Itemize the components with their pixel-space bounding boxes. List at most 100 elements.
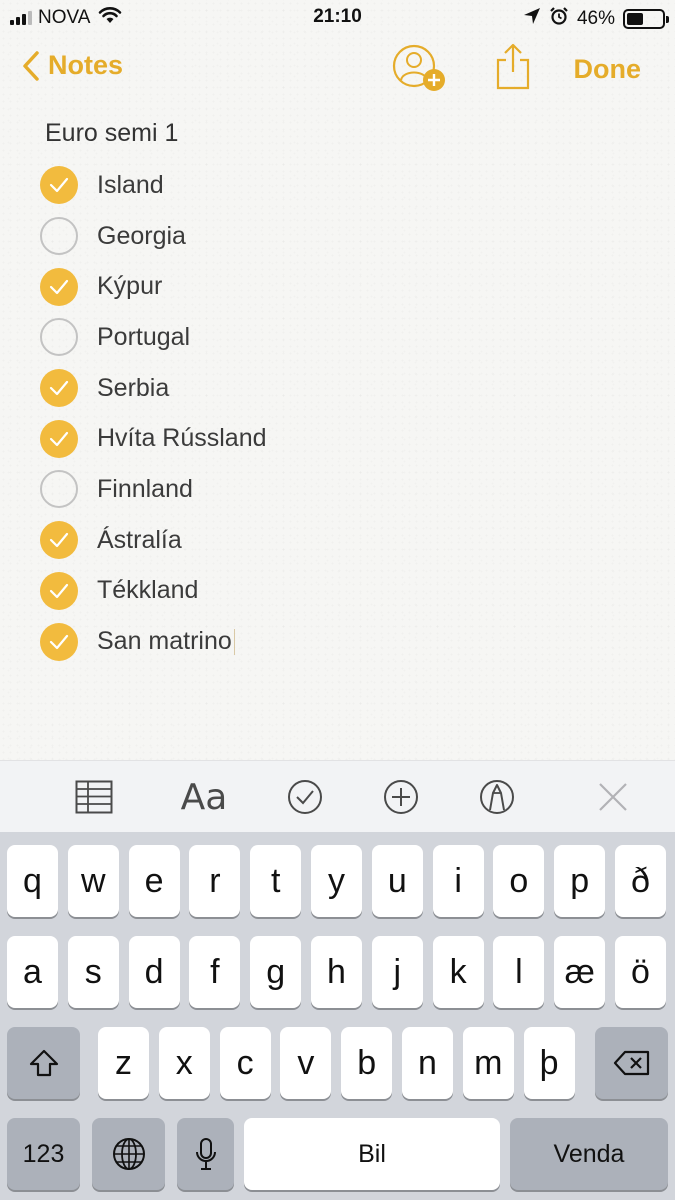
key[interactable]: þ [523,1027,575,1099]
key[interactable]: s [67,936,119,1008]
key[interactable]: k [432,936,484,1008]
checklist-item-text[interactable]: Georgia [97,222,186,251]
key[interactable]: f [189,936,241,1008]
key[interactable]: i [432,845,484,917]
checklist: Island Georgia Kýpur Portugal Serbia Hvíta Rú… [40,160,267,667]
checked-circle-icon[interactable] [40,166,78,205]
key[interactable]: l [493,936,545,1008]
unchecked-circle-icon[interactable] [40,318,78,357]
key[interactable]: v [280,1027,332,1099]
key[interactable]: y [311,845,362,917]
checkmark-icon [49,583,69,598]
table-button[interactable] [64,761,124,833]
navigation-bar: Notes Done [0,40,675,100]
checklist-item: Island [40,160,267,211]
checklist-item-text[interactable]: Hvíta Rússland [97,424,267,453]
checklist-button[interactable] [275,761,335,833]
checked-circle-icon[interactable] [40,419,78,458]
checkmark-icon [49,533,69,548]
markup-icon [480,780,514,814]
key[interactable]: t [250,845,302,917]
checkmark-icon [49,178,69,193]
share-icon [496,43,530,90]
shift-key[interactable] [7,1027,80,1099]
microphone-icon [195,1138,216,1170]
checklist-item-text[interactable]: Island [97,171,164,200]
markup-button[interactable] [467,761,527,833]
checked-circle-icon[interactable] [40,267,78,306]
key[interactable]: ö [615,936,666,1008]
add-people-button[interactable] [392,44,450,101]
format-toolbar: Aa [0,760,675,832]
checklist-item: Ástralía [40,515,267,566]
checklist-item-text[interactable]: San matrino [97,627,232,656]
globe-icon [112,1138,145,1170]
checklist-item-text[interactable]: Serbia [97,374,169,403]
key[interactable]: r [189,845,241,917]
checklist-item-text[interactable]: Portugal [97,323,190,352]
add-button[interactable] [371,761,431,833]
numbers-key[interactable]: 123 [7,1118,80,1190]
table-icon [75,780,113,814]
key[interactable]: g [250,936,302,1008]
key[interactable]: e [128,845,180,917]
space-key[interactable]: Bil [244,1118,500,1190]
key[interactable]: æ [554,936,606,1008]
keyboard: 123 Bil Venda qwertyuiopð asdfghjklæö zxcv… [0,832,675,1200]
text-cursor [233,628,235,655]
key[interactable]: x [158,1027,210,1099]
key[interactable]: o [493,845,545,917]
key[interactable]: ð [615,845,666,917]
key[interactable]: u [371,845,423,917]
return-key[interactable]: Venda [510,1118,668,1190]
checklist-item: Kýpur [40,261,267,312]
share-button[interactable] [495,42,531,95]
checklist-item: Hvíta Rússland [40,413,267,464]
text-format-button[interactable]: Aa [174,761,234,833]
text-format-icon: Aa [180,776,228,818]
checklist-item: Finnland [40,464,267,515]
checked-circle-icon[interactable] [40,622,78,661]
add-person-icon [392,44,445,91]
checked-circle-icon[interactable] [40,521,78,560]
key[interactable]: a [7,936,58,1008]
checklist-icon [288,780,322,814]
key[interactable]: n [402,1027,453,1099]
key[interactable]: j [371,936,423,1008]
dictation-key[interactable] [177,1118,234,1190]
key[interactable]: w [67,845,119,917]
back-button[interactable]: Notes [22,50,123,81]
unchecked-circle-icon[interactable] [40,470,78,509]
checked-circle-icon[interactable] [40,571,78,610]
key[interactable]: p [554,845,606,917]
back-button-label: Notes [48,50,124,80]
key[interactable]: c [219,1027,271,1099]
battery-icon [623,9,669,29]
key[interactable]: q [7,845,58,917]
key[interactable]: h [311,936,362,1008]
close-icon [599,783,627,811]
key[interactable]: b [341,1027,393,1099]
globe-key[interactable] [92,1118,165,1190]
backspace-icon [613,1050,649,1076]
key[interactable]: m [462,1027,514,1099]
delete-key[interactable] [595,1027,668,1099]
checklist-item-text[interactable]: Kýpur [97,272,162,301]
shift-icon [29,1049,58,1077]
checklist-item-text[interactable]: Tékkland [97,576,198,605]
key[interactable]: d [128,936,180,1008]
checklist-item: Portugal [40,312,267,363]
checklist-item: Georgia [40,211,267,262]
note-title[interactable]: Euro semi 1 [45,119,178,148]
chevron-left-icon [23,50,39,81]
unchecked-circle-icon[interactable] [40,217,78,256]
key[interactable]: z [98,1027,149,1099]
close-button[interactable] [583,761,643,833]
checked-circle-icon[interactable] [40,369,78,408]
checklist-item-text[interactable]: Finnland [97,475,193,504]
add-icon [384,780,418,814]
done-button[interactable]: Done [574,54,642,85]
status-bar: NOVA 21:10 46% [0,0,675,36]
checklist-item-text[interactable]: Ástralía [97,526,182,555]
checkmark-icon [49,380,69,396]
